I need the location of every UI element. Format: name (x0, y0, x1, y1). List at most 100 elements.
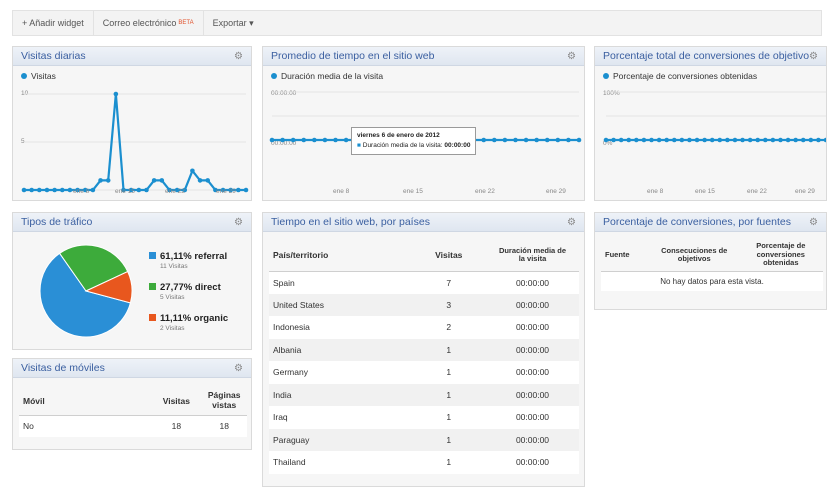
export-button[interactable]: Exportar ▾ (204, 11, 263, 35)
column-header[interactable]: Visitas (412, 239, 486, 271)
data-point (105, 178, 111, 183)
table-row[interactable]: Spain 7 00:00:00 (269, 271, 579, 294)
visits-line-chart[interactable] (18, 87, 249, 193)
tooltip-value: 00:00:00 (444, 141, 471, 149)
gear-icon[interactable]: ⚙ (809, 51, 818, 62)
data-point (280, 137, 285, 143)
table-cell: 1 (446, 367, 452, 378)
column-header[interactable]: Duración media de la visita (486, 239, 579, 271)
x-tick: ene 15 (115, 188, 135, 195)
data-point (566, 137, 571, 143)
widget-header[interactable]: Porcentaje total de conversiones de obje… (595, 47, 826, 66)
gear-icon[interactable]: ⚙ (234, 217, 243, 228)
sources-table: Fuente Consecuciones de objetivos Porcen… (601, 239, 823, 291)
data-point (656, 137, 662, 143)
data-point (29, 187, 34, 193)
data-point (333, 137, 338, 143)
email-button[interactable]: Correo electrónico BETA (94, 11, 204, 35)
table-row[interactable]: Albania 1 00:00:00 (269, 338, 579, 361)
table-row[interactable]: Indonesia 2 00:00:00 (269, 316, 579, 339)
data-point (785, 137, 791, 143)
chart-legend: Visitas (21, 71, 56, 81)
widget-header[interactable]: Porcentaje de conversiones, por fuentes … (595, 213, 826, 232)
traffic-pie-chart[interactable] (31, 235, 141, 345)
column-header[interactable]: Porcentaje de conversiones obtenidas (739, 239, 823, 271)
gear-icon[interactable]: ⚙ (809, 217, 818, 228)
column-header[interactable]: Móvil (19, 387, 151, 415)
legend-percent: 61,11% referral (160, 251, 228, 262)
data-point (634, 137, 639, 143)
widget-header[interactable]: Tipos de tráfico ⚙ (13, 213, 251, 232)
table-cell: 00:00:00 (515, 277, 550, 288)
column-header[interactable]: Visitas (151, 387, 201, 415)
table-cell: Iraq (273, 412, 288, 423)
widget-title: Visitas diarias (21, 50, 86, 62)
conversion-sources-widget: Porcentaje de conversiones, por fuentes … (594, 212, 827, 310)
table-cell: Indonesia (273, 322, 310, 333)
data-point (611, 137, 616, 143)
table-row[interactable]: India 1 00:00:00 (269, 383, 579, 406)
table-cell: 1 (446, 457, 452, 468)
table-row[interactable]: No 18 18 (19, 415, 247, 437)
column-header[interactable]: Páginas vistas (201, 387, 247, 415)
table-row[interactable]: United States 3 00:00:00 (269, 293, 579, 316)
widget-title: Visitas de móviles (21, 362, 105, 374)
table-row[interactable]: Iraq 1 00:00:00 (269, 406, 579, 429)
data-point (44, 187, 50, 193)
gear-icon[interactable]: ⚙ (567, 217, 576, 228)
data-point (136, 187, 142, 193)
traffic-types-widget: Tipos de tráfico ⚙ 61,11% referral 11 Vi… (12, 212, 252, 350)
data-point (544, 137, 550, 143)
table-row[interactable]: Paraguay 1 00:00:00 (269, 428, 579, 451)
data-point (534, 137, 539, 143)
data-point (679, 137, 685, 143)
tooltip-label: Duración media de la visita: (362, 141, 443, 149)
widget-header[interactable]: Tiempo en el sitio web, por países ⚙ (263, 213, 584, 232)
table-cell: 7 (446, 277, 452, 288)
data-point (322, 137, 328, 143)
data-point (725, 137, 730, 143)
gear-icon[interactable]: ⚙ (234, 51, 243, 62)
column-header[interactable]: Fuente (601, 239, 650, 271)
widget-title: Porcentaje total de conversiones de obje… (603, 50, 810, 62)
table-cell: 00:00:00 (515, 367, 550, 378)
data-point (816, 137, 821, 143)
data-point (52, 187, 57, 193)
dashboard-toolbar: + Añadir widget Correo electrónico BETA … (12, 10, 822, 36)
table-cell: 1 (446, 389, 452, 400)
gear-icon[interactable]: ⚙ (567, 51, 576, 62)
column-header[interactable]: Consecuciones de objetivos (650, 239, 739, 271)
legend-dot-icon (271, 73, 277, 79)
table-row[interactable]: Germany 1 00:00:00 (269, 361, 579, 384)
column-header[interactable]: País/territorio (269, 239, 412, 271)
data-point (269, 137, 275, 143)
x-tick: ene 8 (647, 188, 664, 195)
table-cell: 00:00:00 (515, 412, 550, 423)
data-point (37, 187, 42, 193)
table-cell: 18 (219, 421, 229, 432)
legend-percent: 11,11% organic (160, 313, 229, 324)
table-cell: Albania (273, 344, 302, 355)
data-point (513, 137, 518, 143)
data-point (740, 137, 745, 143)
widget-header[interactable]: Promedio de tiempo en el sitio web ⚙ (263, 47, 584, 66)
widget-header[interactable]: Visitas diarias ⚙ (13, 47, 251, 66)
x-tick: ene 29 (546, 188, 566, 195)
gear-icon[interactable]: ⚙ (234, 363, 243, 374)
add-widget-button[interactable]: + Añadir widget (13, 11, 94, 35)
table-cell: 2 (446, 322, 452, 333)
table-cell: United States (273, 299, 325, 310)
data-point (301, 137, 307, 143)
table-row[interactable]: Thailand 1 00:00:00 (269, 451, 579, 474)
conversion-line-chart[interactable] (600, 87, 827, 187)
data-point (90, 187, 96, 193)
data-point (702, 137, 707, 143)
data-point (687, 137, 692, 143)
x-tick: ene 15 (403, 188, 423, 195)
widget-header[interactable]: Visitas de móviles ⚙ (13, 359, 251, 378)
avg-time-widget: Promedio de tiempo en el sitio web ⚙ Dur… (262, 46, 585, 201)
table-cell: 00:00:00 (515, 299, 550, 310)
table-cell: 18 (171, 421, 182, 432)
data-point (205, 178, 211, 183)
table-cell: 1 (446, 412, 452, 423)
